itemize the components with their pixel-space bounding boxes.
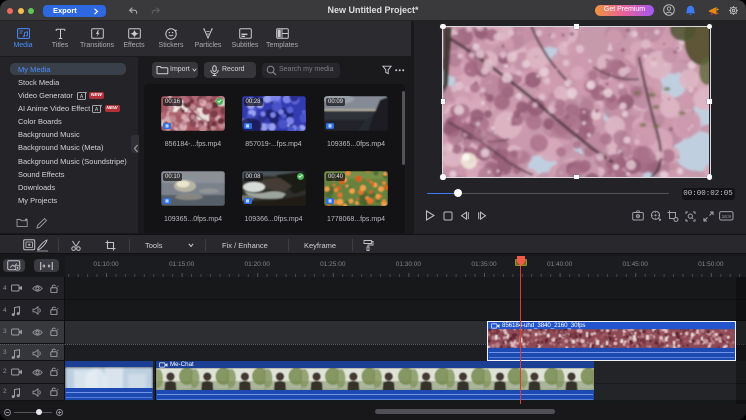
svg-text:A: A <box>80 94 84 100</box>
svg-text:16:9: 16:9 <box>722 214 732 220</box>
svg-text:A: A <box>95 107 99 113</box>
